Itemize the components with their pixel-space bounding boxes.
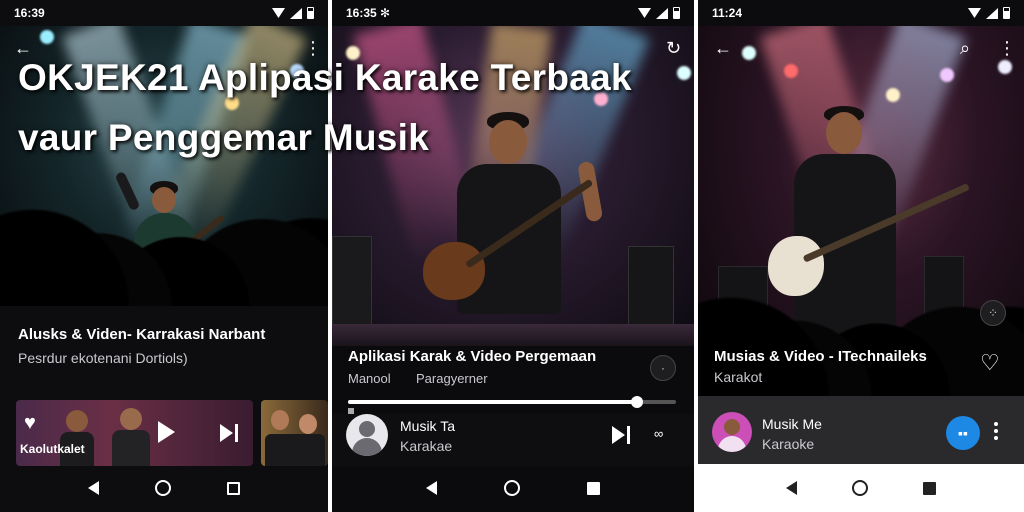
heart-icon[interactable]: ♥ xyxy=(24,412,36,435)
status-time: 11:24 xyxy=(712,6,743,20)
battery-icon xyxy=(1003,7,1010,19)
nav-recents-icon[interactable] xyxy=(227,481,240,495)
headline-line-1: OKJEK21 Aplipasi Karake Terbaak xyxy=(18,57,632,98)
status-time: 16:39 xyxy=(14,6,45,20)
avatar xyxy=(346,414,388,456)
nav-back-icon[interactable] xyxy=(425,481,437,495)
battery-icon xyxy=(307,7,314,19)
signal-icon xyxy=(290,7,302,19)
mini-subtitle: Karakae xyxy=(400,438,453,454)
refresh-icon[interactable]: ↻ xyxy=(666,38,681,59)
nav-bar xyxy=(332,464,694,512)
search-icon[interactable]: ⌕ xyxy=(960,38,970,59)
headline-overlay: OKJEK21 Aplipasi Karake Terbaak vaur Pen… xyxy=(18,48,632,168)
nav-home-icon[interactable] xyxy=(503,480,520,496)
mini-player[interactable]: Musik Ta Karakae ∞ xyxy=(332,414,694,466)
nav-home-icon[interactable] xyxy=(851,480,868,496)
song-title: Aplikasi Karak & Video Pergemaan xyxy=(348,348,597,365)
mini-player[interactable]: Musik Me Karaoke ▪▪ xyxy=(698,396,1024,466)
more-options-button[interactable]: · xyxy=(650,355,676,381)
status-time: 16:35 ✻ xyxy=(346,6,391,20)
nav-back-icon[interactable] xyxy=(785,481,797,495)
play-pause-button[interactable]: ▪▪ xyxy=(946,416,980,450)
back-arrow-icon[interactable]: ← xyxy=(714,38,732,59)
nav-recents-icon[interactable] xyxy=(587,481,601,495)
heart-icon[interactable]: ♡ xyxy=(980,350,1000,376)
play-icon[interactable] xyxy=(158,421,175,443)
meta-right: Paragyerner xyxy=(416,371,488,386)
nav-bar xyxy=(0,464,328,512)
signal-icon xyxy=(656,7,668,19)
wifi-icon xyxy=(968,8,981,18)
wifi-icon xyxy=(272,8,285,18)
song-title: Alusks & Viden- Karrakasi Narbant xyxy=(18,326,266,343)
mini-title: Musik Ta xyxy=(400,418,455,434)
meta-left: Manool xyxy=(348,371,391,386)
phone-screen-3: 11:24 ← ⌕ ⋮ ⁘ Musias & Video - ITechnail… xyxy=(698,0,1024,512)
headline-line-2: vaur Penggemar Musik xyxy=(18,117,430,158)
video-card-2[interactable] xyxy=(261,400,328,466)
skip-next-icon[interactable] xyxy=(220,424,238,442)
nav-back-icon[interactable] xyxy=(88,481,99,495)
more-vert-icon[interactable]: ⋮ xyxy=(998,38,1016,59)
cast-icon[interactable]: ∞ xyxy=(654,426,663,441)
progress-knob[interactable] xyxy=(630,396,643,408)
signal-icon xyxy=(986,7,998,19)
more-vert-icon[interactable] xyxy=(994,422,998,440)
mini-subtitle: Karaoke xyxy=(762,436,815,452)
video-card[interactable]: ♥ Kaolutkalet xyxy=(16,400,253,466)
status-bar: 16:39 xyxy=(0,0,328,26)
status-bar: 11:24 xyxy=(698,0,1024,26)
song-title: Musias & Video - ITechnaileks xyxy=(714,348,927,365)
cast-button[interactable]: ⁘ xyxy=(980,300,1006,326)
song-subtitle: Pesrdur ekotenani Dortiols) xyxy=(18,350,188,366)
concert-image xyxy=(698,26,1024,396)
nav-home-icon[interactable] xyxy=(155,480,171,496)
mini-title: Musik Me xyxy=(762,416,822,432)
nav-bar xyxy=(698,464,1024,512)
progress-track[interactable] xyxy=(348,396,676,408)
nav-recents-icon[interactable] xyxy=(923,481,937,495)
status-bar: 16:35 ✻ xyxy=(332,0,694,26)
progress-fill xyxy=(348,400,637,404)
avatar xyxy=(712,412,752,452)
song-subtitle: Karakot xyxy=(714,369,763,385)
battery-icon xyxy=(673,7,680,19)
skip-next-icon[interactable] xyxy=(612,426,630,444)
wifi-icon xyxy=(638,8,651,18)
card-label: Kaolutkalet xyxy=(20,442,85,456)
